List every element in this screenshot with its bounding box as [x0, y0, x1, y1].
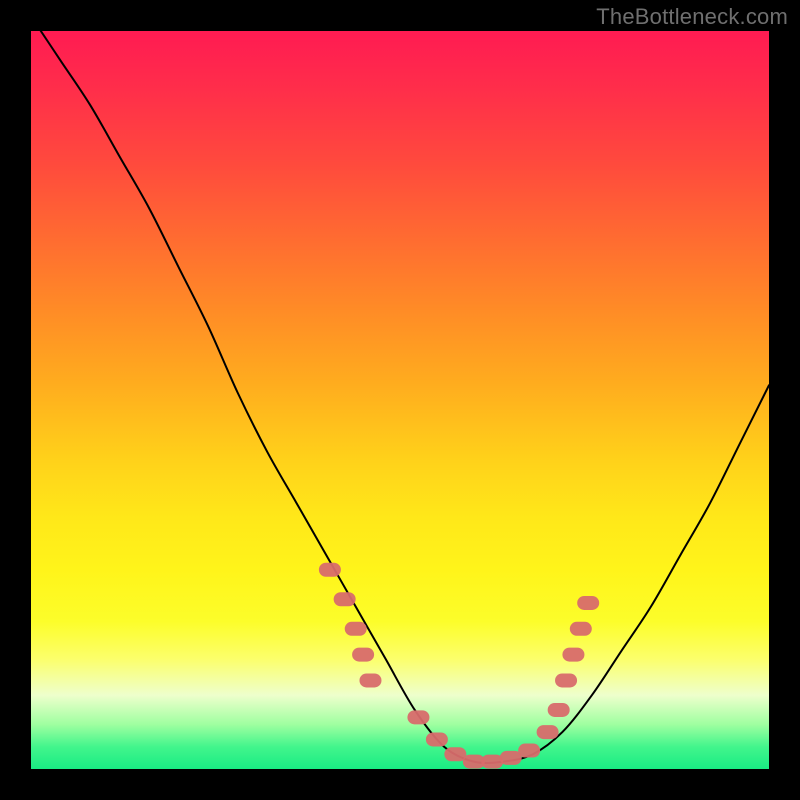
highlighted-point	[518, 744, 540, 758]
watermark-text: TheBottleneck.com	[596, 4, 788, 30]
highlighted-point	[345, 622, 367, 636]
plot-area	[31, 31, 769, 769]
highlighted-point	[426, 732, 448, 746]
highlighted-point	[537, 725, 559, 739]
highlighted-point	[562, 648, 584, 662]
highlighted-point	[555, 673, 577, 687]
highlighted-point	[407, 710, 429, 724]
bottleneck-curve	[31, 31, 769, 763]
highlighted-point	[359, 673, 381, 687]
highlighted-point	[352, 648, 374, 662]
highlighted-point	[444, 747, 466, 761]
chart-stage: TheBottleneck.com	[0, 0, 800, 800]
highlighted-point	[334, 592, 356, 606]
highlighted-point	[500, 751, 522, 765]
highlighted-point	[319, 563, 341, 577]
highlighted-point	[570, 622, 592, 636]
highlighted-point	[548, 703, 570, 717]
plot-svg	[31, 31, 769, 769]
highlighted-point	[577, 596, 599, 610]
